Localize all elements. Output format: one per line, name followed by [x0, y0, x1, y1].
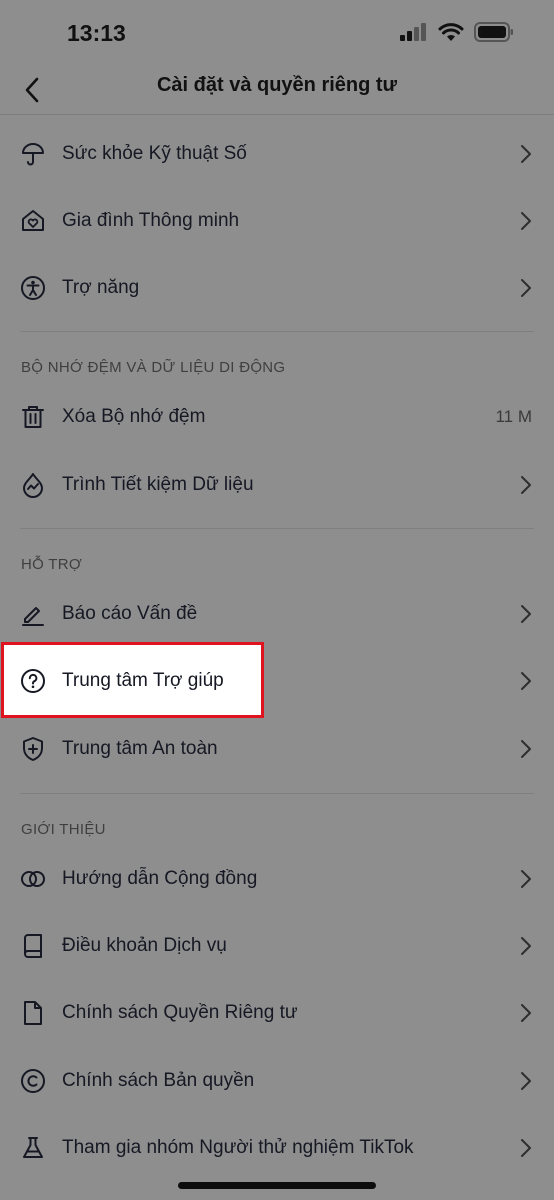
chevron-right-icon: [521, 1004, 531, 1022]
wifi-icon: [438, 22, 464, 47]
row-label: Chính sách Quyền Riêng tư: [62, 1002, 298, 1023]
settings-row-help-center[interactable]: Trung tâm Trợ giúp: [0, 648, 554, 714]
settings-row-family-pairing[interactable]: Gia đình Thông minh: [0, 188, 554, 254]
status-icons: [400, 22, 514, 47]
copyright-icon: [20, 1068, 46, 1094]
row-label: Trợ năng: [62, 277, 140, 298]
row-label: Gia đình Thông minh: [62, 210, 240, 231]
section-header-about: GIỚI THIỆU: [21, 821, 106, 838]
row-label: Báo cáo Vấn đề: [62, 603, 198, 624]
row-label: Tham gia nhóm Người thử nghiệm TikTok: [62, 1137, 414, 1158]
home-indicator: [178, 1182, 376, 1189]
question-circle-icon: [20, 668, 46, 694]
status-bar: 13:13: [0, 0, 554, 66]
settings-row-data-saver[interactable]: Trình Tiết kiệm Dữ liệu: [0, 452, 554, 518]
section-divider: [20, 528, 534, 529]
row-label: Trung tâm An toàn: [62, 738, 218, 759]
section-header-support: HỖ TRỢ: [21, 556, 83, 573]
chevron-right-icon: [521, 740, 531, 758]
row-label: Chính sách Bản quyền: [62, 1070, 255, 1091]
battery-icon: [474, 22, 514, 47]
cellular-signal-icon: [400, 23, 428, 46]
row-label: Hướng dẫn Cộng đồng: [62, 868, 258, 889]
trash-icon: [20, 404, 46, 430]
row-label: Xóa Bộ nhớ đệm: [62, 406, 206, 427]
settings-row-privacy-policy[interactable]: Chính sách Quyền Riêng tư: [0, 980, 554, 1046]
pencil-icon: [20, 601, 46, 627]
settings-row-terms-of-service[interactable]: Điều khoản Dịch vụ: [0, 913, 554, 979]
shield-plus-icon: [20, 736, 46, 762]
settings-row-clear-cache[interactable]: Xóa Bộ nhớ đệm 11 M: [0, 384, 554, 450]
chevron-right-icon: [521, 1139, 531, 1157]
section-divider: [20, 331, 534, 332]
settings-row-join-testers[interactable]: Tham gia nhóm Người thử nghiệm TikTok: [0, 1115, 554, 1181]
chevron-right-icon: [521, 476, 531, 494]
cache-size-value: 11 M: [495, 407, 532, 426]
section-divider: [20, 793, 534, 794]
settings-row-copyright-policy[interactable]: Chính sách Bản quyền: [0, 1048, 554, 1114]
data-saver-icon: [20, 472, 46, 498]
settings-row-safety-center[interactable]: Trung tâm An toàn: [0, 716, 554, 782]
chevron-right-icon: [521, 937, 531, 955]
umbrella-icon: [20, 141, 46, 167]
row-label: Trình Tiết kiệm Dữ liệu: [62, 474, 254, 495]
section-header-cache: BỘ NHỚ ĐỆM VÀ DỮ LIỆU DI ĐỘNG: [21, 359, 286, 376]
status-time: 13:13: [67, 20, 126, 46]
rings-icon: [20, 866, 46, 892]
family-home-icon: [20, 208, 46, 234]
navigation-bar: Cài đặt và quyền riêng tư: [0, 66, 554, 115]
settings-row-accessibility[interactable]: Trợ năng: [0, 255, 554, 321]
row-label: Sức khỏe Kỹ thuật Số: [62, 143, 247, 164]
chevron-right-icon: [521, 672, 531, 690]
settings-row-community-guidelines[interactable]: Hướng dẫn Cộng đồng: [0, 846, 554, 912]
page-title: Cài đặt và quyền riêng tư: [156, 74, 398, 96]
book-icon: [20, 933, 46, 959]
row-label: Trung tâm Trợ giúp: [62, 670, 224, 691]
chevron-right-icon: [521, 605, 531, 623]
accessibility-icon: [20, 275, 46, 301]
chevron-right-icon: [521, 1072, 531, 1090]
chevron-right-icon: [521, 279, 531, 297]
settings-row-digital-wellbeing[interactable]: Sức khỏe Kỹ thuật Số: [0, 121, 554, 187]
row-label: Điều khoản Dịch vụ: [62, 935, 227, 956]
chevron-right-icon: [521, 870, 531, 888]
chevron-right-icon: [521, 145, 531, 163]
chevron-right-icon: [521, 212, 531, 230]
document-icon: [20, 1000, 46, 1026]
flask-icon: [20, 1135, 46, 1161]
settings-row-report-problem[interactable]: Báo cáo Vấn đề: [0, 581, 554, 647]
